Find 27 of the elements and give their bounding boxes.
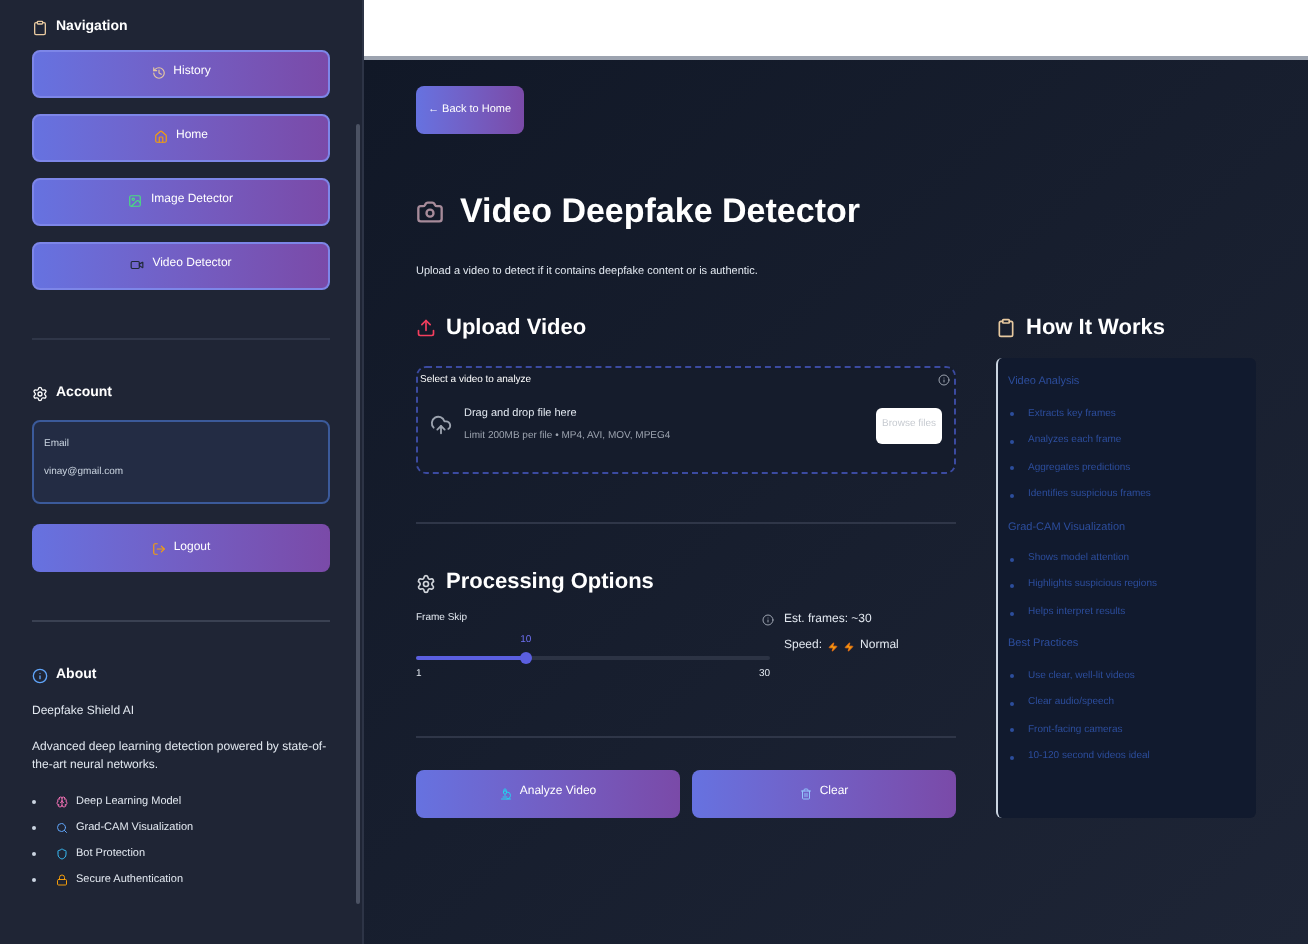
gear-icon xyxy=(416,573,436,593)
trash-icon xyxy=(799,787,812,800)
help-icon[interactable] xyxy=(938,374,950,387)
page-title: Video Deepfake Detector xyxy=(460,190,860,234)
lightning-icon xyxy=(844,641,855,652)
history-icon xyxy=(151,66,166,80)
lock-icon xyxy=(56,874,68,887)
home-icon xyxy=(153,130,168,144)
video-camera-icon xyxy=(130,258,145,272)
search-icon xyxy=(56,821,68,834)
info-icon xyxy=(32,668,48,685)
slider-thumb[interactable] xyxy=(519,652,532,665)
image-icon xyxy=(128,194,143,208)
clipboard-icon xyxy=(32,20,48,37)
info-icon xyxy=(762,614,774,627)
brain-icon xyxy=(56,795,68,808)
section-heading: Upload Video xyxy=(446,313,587,344)
logout-icon xyxy=(151,541,166,555)
shield-icon xyxy=(56,848,68,861)
clipboard-icon xyxy=(996,318,1016,338)
section-heading: How It Works xyxy=(1026,313,1165,344)
microscope-icon xyxy=(499,787,512,800)
gear-icon xyxy=(32,385,48,402)
upload-icon xyxy=(416,318,436,338)
section-heading: Processing Options xyxy=(446,568,654,599)
cloud-upload-icon xyxy=(430,414,452,437)
lightning-icon xyxy=(828,641,839,652)
